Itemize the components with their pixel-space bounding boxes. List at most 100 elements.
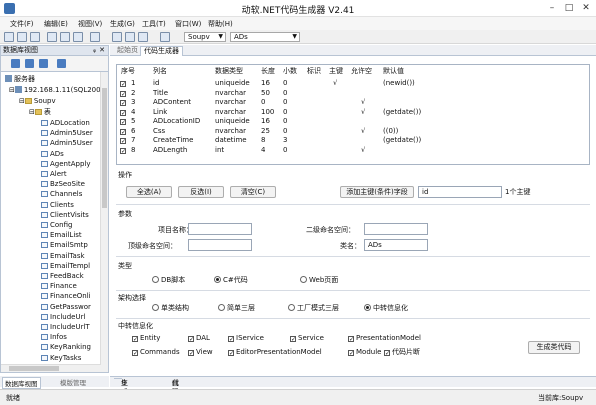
grid-cell-nullable[interactable]: √ xyxy=(361,107,365,117)
radio-csharp[interactable]: C#代码 xyxy=(214,275,248,285)
row-checkbox[interactable]: ✓ xyxy=(120,116,128,126)
grid-cell-default[interactable]: ((0)) xyxy=(383,126,398,136)
tree-root[interactable]: 服务器 xyxy=(5,74,35,84)
project-name-input[interactable] xyxy=(188,223,252,235)
tree-table-item[interactable]: EmailTempl xyxy=(41,261,90,271)
tree-table-item[interactable]: AgentApply xyxy=(41,159,90,169)
grid-cell-length[interactable]: 8 xyxy=(261,135,265,145)
grid-cell-pk[interactable]: √ xyxy=(333,78,337,88)
tree-table-item[interactable]: Alert xyxy=(41,169,67,179)
scrollbar-thumb[interactable] xyxy=(9,366,59,371)
tree-server[interactable]: ⊟ 192.168.1.11(SQL2005 xyxy=(9,85,105,95)
disconnect-icon[interactable] xyxy=(25,59,34,68)
row-checkbox[interactable]: ✓ xyxy=(120,126,128,136)
grid-cell-name[interactable]: Link xyxy=(153,107,167,117)
top-ns-input[interactable] xyxy=(188,239,252,251)
new-icon[interactable] xyxy=(4,32,14,42)
row-checkbox[interactable]: ✓ xyxy=(120,107,128,117)
ns2-input[interactable] xyxy=(364,223,428,235)
grid-cell-nullable[interactable]: √ xyxy=(361,97,365,107)
grid-cell-no[interactable]: 4 xyxy=(131,107,135,117)
query-icon[interactable] xyxy=(160,32,170,42)
grid-cell-name[interactable]: CreateTime xyxy=(153,135,193,145)
minimize-button[interactable]: – xyxy=(544,2,560,15)
tree-table-item[interactable]: KeyTasks xyxy=(41,353,81,363)
copy-icon[interactable] xyxy=(60,32,70,42)
grid-cell-no[interactable]: 5 xyxy=(131,116,135,126)
tree-table-item[interactable]: GetPasswor xyxy=(41,302,91,312)
grid-cell-length[interactable]: 4 xyxy=(261,145,265,155)
maximize-button[interactable]: □ xyxy=(561,2,577,15)
tree-table-item[interactable]: EmailTask xyxy=(41,251,85,261)
radio-factory-three-tier[interactable]: 工厂模式三层 xyxy=(288,303,339,313)
grid-cell-decimal[interactable]: 3 xyxy=(283,135,287,145)
menu-generate[interactable]: 生成(G) xyxy=(110,19,135,29)
tree-database[interactable]: ⊟ Soupv xyxy=(19,96,56,106)
grid-cell-type[interactable]: datetime xyxy=(215,135,247,145)
grid-cell-default[interactable]: (getdate()) xyxy=(383,135,421,145)
invert-select-button[interactable]: 反选(I) xyxy=(178,186,224,198)
row-checkbox[interactable]: ✓ xyxy=(120,78,128,88)
server-icon[interactable] xyxy=(138,32,148,42)
cut-icon[interactable] xyxy=(47,32,57,42)
tree-table-item[interactable]: Clients xyxy=(41,200,74,210)
grid-cell-length[interactable]: 100 xyxy=(261,107,274,117)
checkbox-view[interactable]: ✓ View xyxy=(188,347,213,357)
row-checkbox[interactable]: ✓ xyxy=(120,97,128,107)
paste-icon[interactable] xyxy=(73,32,83,42)
checkbox-module[interactable]: ✓ Module xyxy=(348,347,381,357)
clear-button[interactable]: 清空(C) xyxy=(230,186,276,198)
row-checkbox[interactable]: ✓ xyxy=(120,145,128,155)
grid-cell-name[interactable]: ADLocationID xyxy=(153,116,200,126)
grid-cell-type[interactable]: uniqueide xyxy=(215,116,250,126)
tree-table-item[interactable]: EmailList xyxy=(41,230,82,240)
grid-cell-type[interactable]: nvarchar xyxy=(215,97,246,107)
tree-table-item[interactable]: Admin5User xyxy=(41,128,93,138)
grid-cell-length[interactable]: 16 xyxy=(261,78,270,88)
grid-cell-no[interactable]: 3 xyxy=(131,97,135,107)
refresh-icon[interactable] xyxy=(125,32,135,42)
database-icon[interactable] xyxy=(112,32,122,42)
grid-cell-decimal[interactable]: 0 xyxy=(283,97,287,107)
select-all-button[interactable]: 全选(A) xyxy=(126,186,172,198)
pin-icon[interactable]: ᵩ xyxy=(93,46,96,55)
tab-code-generator[interactable]: 代码生成器 xyxy=(140,46,183,56)
grid-cell-no[interactable]: 2 xyxy=(131,88,135,98)
tree-table-item[interactable]: Channels xyxy=(41,189,82,199)
grid-cell-default[interactable]: (getdate()) xyxy=(383,107,421,117)
grid-cell-length[interactable]: 0 xyxy=(261,97,265,107)
radio-relay-info[interactable]: 中转信息化 xyxy=(364,303,408,313)
grid-cell-type[interactable]: int xyxy=(215,145,224,155)
grid-cell-type[interactable]: nvarchar xyxy=(215,107,246,117)
checkbox-entity[interactable]: ✓ Entity xyxy=(132,333,160,343)
refresh-icon[interactable] xyxy=(39,59,48,68)
grid-cell-name[interactable]: id xyxy=(153,78,159,88)
tab-generate-settings[interactable]: ⚙ 生成设置 xyxy=(114,378,128,405)
grid-cell-type[interactable]: nvarchar xyxy=(215,88,246,98)
checkbox-editorpresentationmodel[interactable]: ✓ EditorPresentationModel xyxy=(228,347,322,357)
class-name-input[interactable]: ADs xyxy=(364,239,428,251)
table-select[interactable]: ADs ▼ xyxy=(230,32,300,42)
tree-table-item[interactable]: FinanceOnli xyxy=(41,291,91,301)
checkbox--[interactable]: ✓ 代码片断 xyxy=(384,347,420,357)
tab-template-manage[interactable]: 模版管理 xyxy=(58,377,88,387)
grid-cell-no[interactable]: 7 xyxy=(131,135,135,145)
grid-cell-length[interactable]: 50 xyxy=(261,88,270,98)
database-select[interactable]: Soupv ▼ xyxy=(184,32,226,42)
tab-start-page[interactable]: 起始页 xyxy=(114,46,141,55)
tree-table-item[interactable]: BzSeoSite xyxy=(41,179,85,189)
radio-simple-three-tier[interactable]: 简单三层 xyxy=(218,303,255,313)
menu-edit[interactable]: 编辑(E) xyxy=(44,19,68,29)
tree-table-item[interactable]: Config xyxy=(41,220,72,230)
properties-icon[interactable] xyxy=(57,59,66,68)
delete-icon[interactable] xyxy=(90,32,100,42)
tree-table-item[interactable]: IncludeUrl xyxy=(41,312,85,322)
tree-horizontal-scrollbar[interactable] xyxy=(1,364,101,372)
checkbox-commands[interactable]: ✓ Commands xyxy=(132,347,180,357)
generate-code-button[interactable]: 生成类代码 xyxy=(528,341,580,354)
connect-icon[interactable] xyxy=(11,59,20,68)
pk-field[interactable]: id xyxy=(418,186,502,198)
checkbox-presentationmodel[interactable]: ✓ PresentationModel xyxy=(348,333,421,343)
tree-tables-folder[interactable]: ⊟ 表 xyxy=(29,107,51,117)
grid-cell-type[interactable]: uniqueide xyxy=(215,78,250,88)
